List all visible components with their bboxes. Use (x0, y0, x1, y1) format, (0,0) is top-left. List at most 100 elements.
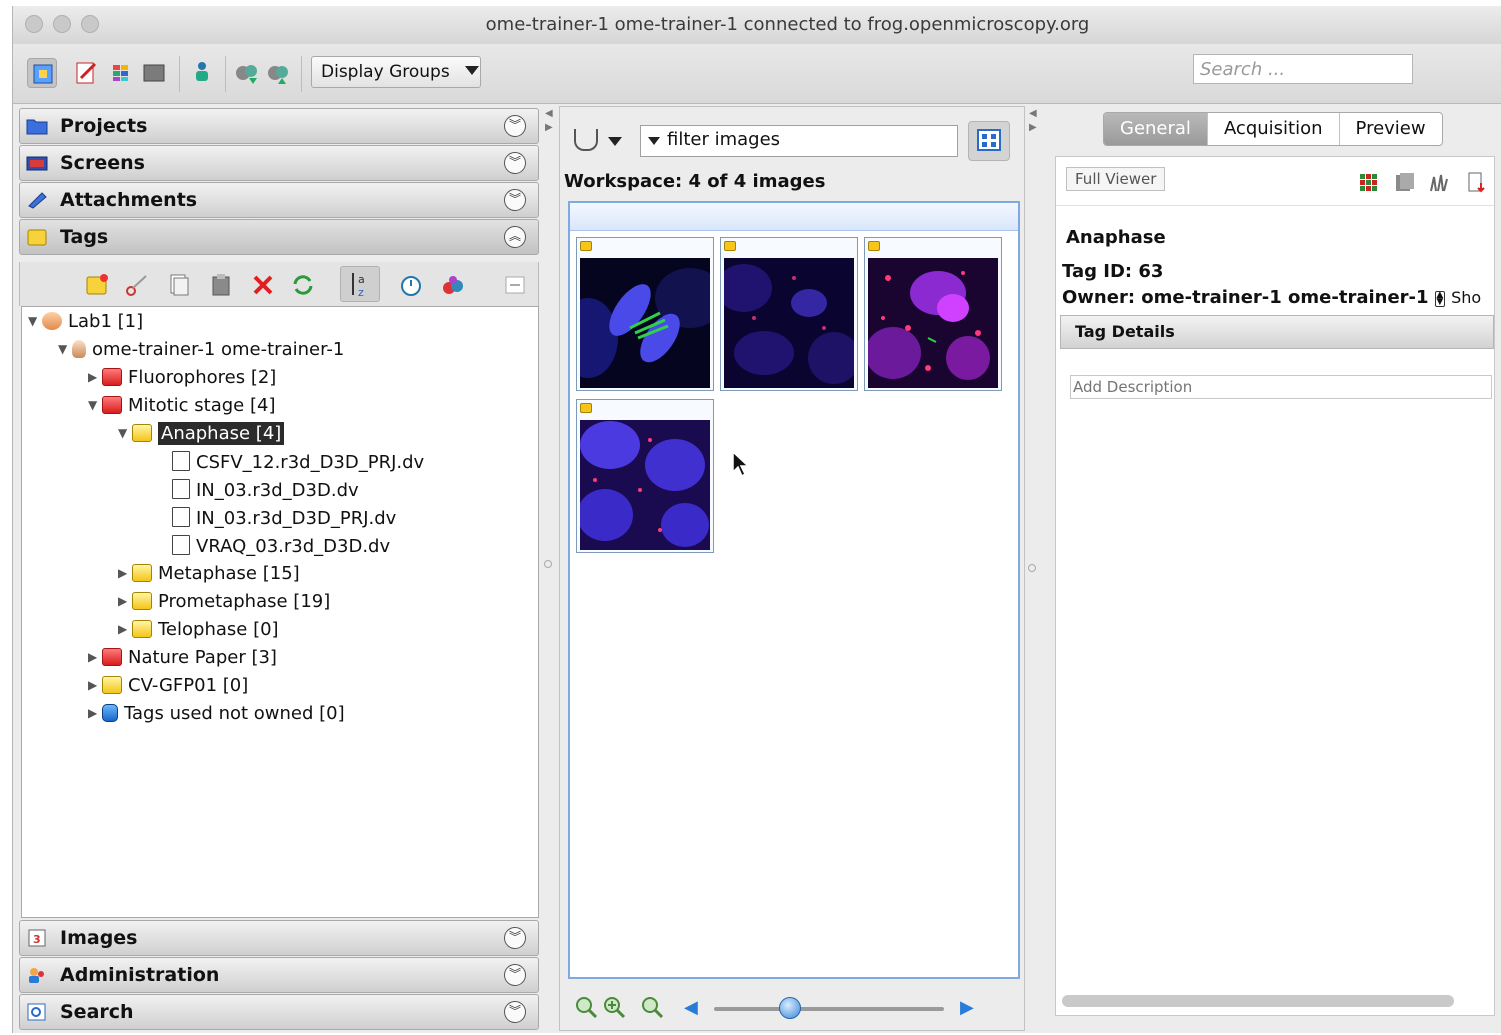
collapsed-triangle-icon[interactable]: ▶ (118, 566, 132, 580)
chevron-double-up-icon[interactable]: ︽ (504, 226, 526, 248)
section-projects[interactable]: Projects ︾ (19, 108, 539, 144)
image-view-icon[interactable] (139, 58, 169, 88)
tree-node-tagset[interactable]: ▶ Nature Paper [3] (88, 647, 277, 675)
annotate-icon[interactable] (71, 58, 101, 88)
zoom-slider-track[interactable] (714, 1007, 944, 1011)
data-manager-icon[interactable] (27, 58, 57, 88)
image-thumbnail[interactable] (864, 237, 1002, 391)
arrow-right-icon[interactable]: ▶ (545, 122, 553, 133)
collapsed-triangle-icon[interactable]: ▶ (88, 370, 102, 384)
slider-left-arrow-icon[interactable]: ◀ (684, 997, 698, 1018)
tree-node-image[interactable]: VRAQ_03.r3d_D3D.dv (172, 535, 390, 563)
splitter-handle-icon[interactable] (544, 560, 552, 568)
section-images[interactable]: 3 Images ︾ (19, 920, 539, 956)
view-mode-button[interactable] (968, 121, 1010, 161)
expanded-triangle-icon[interactable]: ▼ (58, 342, 72, 356)
expanded-triangle-icon[interactable]: ▼ (28, 314, 42, 328)
grid-view-icon[interactable] (109, 58, 139, 88)
delete-icon[interactable] (250, 272, 276, 298)
show-more-label[interactable]: Sho (1451, 288, 1481, 307)
chevron-double-down-icon[interactable]: ︾ (504, 1001, 526, 1023)
right-splitter[interactable]: ◀ ▶ (1027, 106, 1037, 1031)
tag-details-header[interactable]: Tag Details (1060, 315, 1494, 349)
arrow-left-icon[interactable]: ◀ (545, 108, 553, 119)
owner-filter-icon[interactable] (440, 272, 466, 298)
horizontal-scrollbar[interactable] (1062, 995, 1454, 1007)
filter-options-icon[interactable] (648, 137, 660, 145)
display-groups-button[interactable]: Display Groups (311, 56, 481, 88)
section-tags[interactable]: Tags ︽ (19, 219, 539, 255)
image-file-icon (172, 535, 190, 555)
arrow-right-icon[interactable]: ▶ (1029, 122, 1037, 133)
new-tag-icon[interactable] (84, 272, 110, 298)
tree-node-tagset[interactable]: ▶ Fluorophores [2] (88, 367, 276, 395)
zoom-slider-knob[interactable] (778, 997, 801, 1019)
splitter-handle-icon[interactable] (1028, 564, 1036, 572)
sort-alphabetical-button[interactable]: az (340, 266, 380, 302)
export-icon[interactable] (263, 58, 293, 88)
tree-node-others[interactable]: ▶ Tags used not owned [0] (88, 703, 345, 731)
heatmap-icon[interactable] (1358, 171, 1380, 193)
tree-node-tag-selected[interactable]: ▼ Anaphase [4] (118, 422, 285, 451)
tree-node-tag[interactable]: ▶ Metaphase [15] (118, 563, 300, 591)
download-file-icon[interactable] (1466, 171, 1488, 193)
chevron-double-down-icon[interactable]: ︾ (504, 964, 526, 986)
section-screens[interactable]: Screens ︾ (19, 145, 539, 181)
filter-icon[interactable] (574, 129, 598, 151)
collapsed-triangle-icon[interactable]: ▶ (88, 706, 102, 720)
histogram-icon[interactable] (1428, 171, 1450, 193)
refresh-icon[interactable] (290, 272, 316, 298)
section-search[interactable]: Search ︾ (19, 994, 539, 1030)
paste-icon[interactable] (208, 272, 234, 298)
collapsed-triangle-icon[interactable]: ▶ (118, 622, 132, 636)
collapsed-triangle-icon[interactable]: ▶ (88, 678, 102, 692)
section-attachments[interactable]: Attachments ︾ (19, 182, 539, 218)
tree-node-user[interactable]: ▼ ome-trainer-1 ome-trainer-1 (58, 339, 344, 367)
tree-node-tag[interactable]: ▶ Telophase [0] (118, 619, 279, 647)
tab-acquisition[interactable]: Acquisition (1208, 113, 1340, 145)
zoom-out-icon[interactable] (574, 995, 600, 1021)
import-icon[interactable] (233, 58, 263, 88)
image-thumbnail[interactable] (576, 399, 714, 553)
timer-icon[interactable] (398, 272, 424, 298)
search-input[interactable] (1193, 54, 1413, 84)
cut-icon[interactable] (124, 272, 150, 298)
display-groups-label: Display Groups (321, 62, 450, 82)
section-administration[interactable]: Administration ︾ (19, 957, 539, 993)
chevron-double-down-icon[interactable]: ︾ (504, 115, 526, 137)
section-label: Tags (60, 226, 109, 248)
collapsed-triangle-icon[interactable]: ▶ (88, 650, 102, 664)
tree-node-tag[interactable]: ▶ Prometaphase [19] (118, 591, 330, 619)
collapse-icon[interactable] (502, 272, 528, 298)
zoom-fit-icon[interactable] (640, 995, 666, 1021)
description-input[interactable] (1070, 375, 1492, 399)
tab-general[interactable]: General (1104, 113, 1208, 145)
tree-node-tagset[interactable]: ▼ Mitotic stage [4] (88, 395, 275, 423)
expanded-triangle-icon[interactable]: ▼ (88, 398, 102, 412)
tree-node-image[interactable]: IN_03.r3d_D3D.dv (172, 479, 359, 507)
owner-field: Owner: ome-trainer-1 ome-trainer-1 ▲ ▼ Sh… (1062, 287, 1481, 308)
expanded-triangle-icon[interactable]: ▼ (118, 426, 132, 440)
documents-icon[interactable] (1394, 171, 1416, 193)
arrow-left-icon[interactable]: ◀ (1029, 108, 1037, 119)
tree-node-image[interactable]: CSFV_12.r3d_D3D_PRJ.dv (172, 451, 424, 479)
user-icon[interactable] (187, 58, 217, 88)
chevron-double-down-icon[interactable]: ︾ (504, 927, 526, 949)
image-thumbnail[interactable] (720, 237, 858, 391)
full-viewer-button[interactable]: Full Viewer (1066, 167, 1166, 191)
image-thumbnail[interactable] (576, 237, 714, 391)
tree-node-tag[interactable]: ▶ CV-GFP01 [0] (88, 675, 248, 703)
chevron-double-down-icon[interactable]: ︾ (504, 189, 526, 211)
tree-node-image[interactable]: IN_03.r3d_D3D_PRJ.dv (172, 507, 396, 535)
tab-preview[interactable]: Preview (1340, 113, 1442, 145)
zoom-in-icon[interactable] (602, 995, 628, 1021)
collapsed-triangle-icon[interactable]: ▶ (118, 594, 132, 608)
slider-right-arrow-icon[interactable]: ▶ (960, 997, 974, 1018)
chevron-double-down-icon[interactable]: ︾ (504, 152, 526, 174)
owner-stepper-icon[interactable]: ▲ ▼ (1434, 291, 1445, 307)
filter-images-input[interactable]: filter images (640, 125, 958, 157)
left-splitter[interactable]: ◀ ▶ (543, 106, 553, 1031)
tree-node-group[interactable]: ▼ Lab1 [1] (28, 311, 143, 339)
filter-dropdown-icon[interactable] (608, 137, 622, 146)
copy-icon[interactable] (166, 272, 192, 298)
